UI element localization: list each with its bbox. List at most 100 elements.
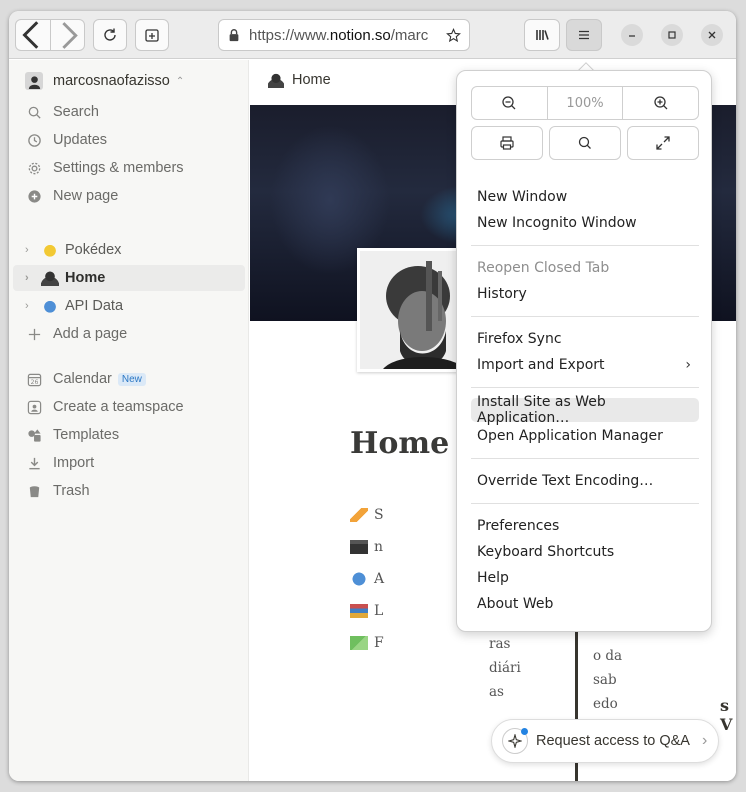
navigation-buttons bbox=[15, 19, 85, 51]
browser-main-menu: 100% New Window New Incognito Window Reo… bbox=[456, 70, 712, 632]
main-menu-button[interactable] bbox=[566, 19, 602, 51]
chevron-right-icon[interactable]: › bbox=[25, 272, 35, 284]
menu-item-preferences[interactable]: Preferences bbox=[471, 514, 699, 538]
plus-circle-icon bbox=[25, 187, 43, 205]
sidebar-page-label: API Data bbox=[65, 298, 124, 314]
hamburger-icon bbox=[579, 30, 589, 40]
clock-icon bbox=[25, 131, 43, 149]
zoom-out-button[interactable] bbox=[472, 87, 547, 119]
chevron-right-icon[interactable]: › bbox=[25, 244, 35, 256]
menu-item-new-window[interactable]: New Window bbox=[471, 185, 699, 209]
reload-button[interactable] bbox=[93, 19, 127, 51]
url-bar[interactable]: https://www.notion.so/marc bbox=[218, 19, 470, 51]
column-text: ras diári as bbox=[489, 636, 521, 700]
find-button[interactable] bbox=[549, 126, 621, 160]
forward-button[interactable] bbox=[50, 20, 84, 50]
sidebar-item-create-teamspace[interactable]: Create a teamspace bbox=[25, 396, 184, 418]
zoom-level[interactable]: 100% bbox=[546, 87, 623, 119]
avatar-icon bbox=[268, 72, 284, 88]
sidebar-item-calendar[interactable]: 26 Calendar New bbox=[25, 368, 146, 390]
sidebar-item-label: New page bbox=[53, 188, 119, 204]
add-page-button[interactable]: Add a page bbox=[25, 323, 127, 345]
menu-item-new-incognito-window[interactable]: New Incognito Window bbox=[471, 211, 699, 235]
menu-item-about[interactable]: About Web bbox=[471, 592, 699, 616]
fullscreen-button[interactable] bbox=[627, 126, 699, 160]
sidebar-item-label: Import bbox=[53, 455, 95, 471]
menu-item-history[interactable]: History bbox=[471, 282, 699, 306]
new-tab-button[interactable] bbox=[135, 19, 169, 51]
sidebar-item-label: Trash bbox=[53, 483, 90, 499]
breadcrumb[interactable]: Home bbox=[268, 72, 331, 88]
menu-item-import-export[interactable]: Import and Export › bbox=[471, 353, 699, 377]
sidebar-item-label: Search bbox=[53, 104, 99, 120]
workspace-name: marcosnaofazisso bbox=[53, 73, 170, 89]
zoom-in-button[interactable] bbox=[622, 87, 698, 119]
svg-text:26: 26 bbox=[30, 379, 38, 386]
browser-toolbar: https://www.notion.so/marc bbox=[9, 11, 736, 59]
page-link[interactable]: L bbox=[350, 603, 383, 619]
library-button[interactable] bbox=[524, 19, 560, 51]
lock-icon bbox=[229, 29, 239, 42]
sidebar-item-label: Create a teamspace bbox=[53, 399, 184, 415]
chevron-left-icon bbox=[22, 21, 39, 49]
new-badge: New bbox=[117, 372, 146, 386]
close-window-button[interactable] bbox=[701, 24, 723, 46]
search-icon bbox=[25, 103, 43, 121]
workspace-switcher[interactable]: marcosnaofazisso ⌃ bbox=[25, 70, 184, 92]
printer-icon bbox=[500, 136, 514, 150]
fullscreen-icon bbox=[656, 136, 670, 150]
menu-item-install-web-app[interactable]: Install Site as Web Application… bbox=[471, 394, 699, 426]
menu-separator bbox=[471, 387, 699, 388]
calendar-icon: 26 bbox=[25, 370, 43, 388]
workspace-avatar bbox=[25, 72, 43, 90]
sidebar-page-api-data[interactable]: › API Data bbox=[13, 293, 245, 319]
sidebar-item-label: Templates bbox=[53, 427, 120, 443]
sidebar-item-settings[interactable]: Settings & members bbox=[25, 157, 184, 179]
menu-separator bbox=[471, 245, 699, 246]
menu-item-keyboard-shortcuts[interactable]: Keyboard Shortcuts bbox=[471, 540, 699, 564]
menu-item-open-app-manager[interactable]: Open Application Manager bbox=[471, 424, 699, 448]
sidebar-item-trash[interactable]: Trash bbox=[25, 480, 90, 502]
zoom-in-icon bbox=[654, 96, 668, 110]
page-link[interactable]: F bbox=[350, 635, 384, 651]
page-link[interactable]: A bbox=[350, 571, 384, 587]
menu-item-help[interactable]: Help bbox=[471, 566, 699, 590]
minimize-icon bbox=[629, 35, 635, 37]
sidebar-page-home[interactable]: › Home bbox=[13, 265, 245, 291]
robot-icon bbox=[350, 572, 368, 586]
menu-item-override-encoding[interactable]: Override Text Encoding… bbox=[471, 469, 699, 493]
menu-item-firefox-sync[interactable]: Firefox Sync bbox=[471, 327, 699, 351]
add-page-label: Add a page bbox=[53, 326, 128, 342]
sidebar-item-templates[interactable]: Templates bbox=[25, 424, 119, 446]
import-icon bbox=[25, 454, 43, 472]
pikachu-icon bbox=[41, 242, 59, 258]
plus-icon bbox=[25, 325, 43, 343]
sidebar-item-updates[interactable]: Updates bbox=[25, 129, 107, 151]
pencil-icon bbox=[350, 508, 368, 522]
sidebar-item-label: Calendar bbox=[53, 371, 112, 387]
menu-item-label: Import and Export bbox=[477, 357, 605, 373]
minimize-button[interactable] bbox=[621, 24, 643, 46]
sidebar-item-search[interactable]: Search bbox=[25, 101, 99, 123]
teamspace-icon bbox=[25, 398, 43, 416]
partial-heading: s V bbox=[720, 696, 733, 734]
bookmark-star-icon[interactable] bbox=[446, 27, 461, 43]
maximize-button[interactable] bbox=[661, 24, 683, 46]
back-button[interactable] bbox=[16, 20, 50, 50]
menu-separator bbox=[471, 458, 699, 459]
reload-icon bbox=[104, 28, 116, 41]
breadcrumb-label: Home bbox=[292, 72, 331, 88]
sidebar-item-import[interactable]: Import bbox=[25, 452, 94, 474]
page-title: Home bbox=[350, 426, 450, 461]
page-link[interactable]: n bbox=[350, 539, 383, 555]
menu-item-reopen-closed-tab: Reopen Closed Tab bbox=[477, 260, 610, 276]
request-qa-button[interactable]: Request access to Q&A › bbox=[491, 719, 719, 763]
sidebar-page-pokedex[interactable]: › Pokédex bbox=[13, 237, 245, 263]
chevron-right-icon: › bbox=[685, 357, 691, 373]
close-icon bbox=[708, 31, 716, 39]
print-button[interactable] bbox=[471, 126, 543, 160]
sidebar-item-new-page[interactable]: New page bbox=[25, 185, 118, 207]
zoom-controls: 100% bbox=[471, 86, 699, 120]
page-link[interactable]: S bbox=[350, 507, 384, 523]
chevron-right-icon[interactable]: › bbox=[25, 300, 35, 312]
